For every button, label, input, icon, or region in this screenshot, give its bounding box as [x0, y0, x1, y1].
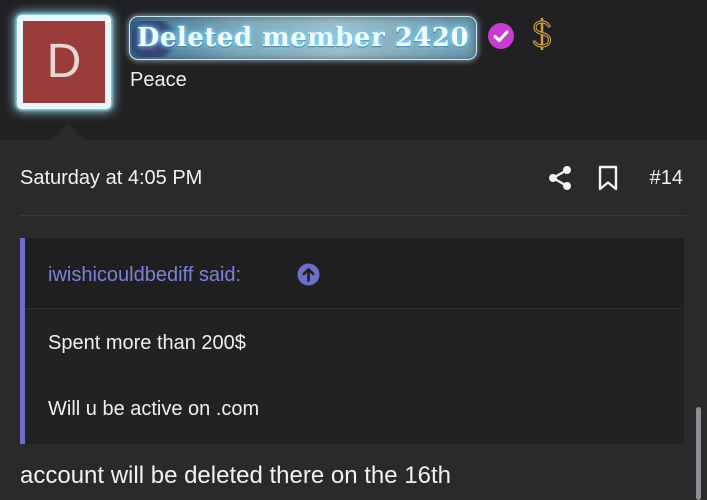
message-pointer [51, 123, 85, 140]
quote-block: iwishicouldbediff said: Spent more than … [20, 238, 684, 444]
quote-header: iwishicouldbediff said: [25, 238, 684, 309]
verified-check-icon [488, 23, 514, 49]
post-meta-bar: Saturday at 4:05 PM #14 [0, 140, 707, 216]
username-banner[interactable]: Deleted member 2420 [129, 16, 477, 60]
quote-line: Spent more than 200$ [48, 332, 246, 354]
post-message-text: account will be deleted there on the 16t… [20, 462, 451, 489]
scrollbar-thumb[interactable] [696, 407, 701, 500]
avatar[interactable]: D [23, 21, 105, 103]
post-number-link[interactable]: #14 [650, 167, 683, 190]
avatar-frame[interactable]: D [17, 15, 111, 109]
bookmark-icon[interactable] [597, 165, 619, 191]
post-body: iwishicouldbediff said: Spent more than … [0, 216, 707, 500]
user-header: D Deleted member 2420 Peace [0, 0, 707, 140]
dollar-sign-icon [532, 18, 552, 50]
share-icon[interactable] [547, 165, 573, 191]
post-page: D Deleted member 2420 Peace Saturday at … [0, 0, 707, 500]
user-title: Peace [130, 69, 187, 91]
quote-author-link[interactable]: iwishicouldbediff said: [48, 264, 241, 287]
quote-line: Will u be active on .com [48, 398, 260, 420]
username[interactable]: Deleted member 2420 [130, 17, 476, 59]
arrow-up-circle-icon[interactable] [297, 263, 320, 286]
post-date-link[interactable]: Saturday at 4:05 PM [20, 167, 202, 190]
